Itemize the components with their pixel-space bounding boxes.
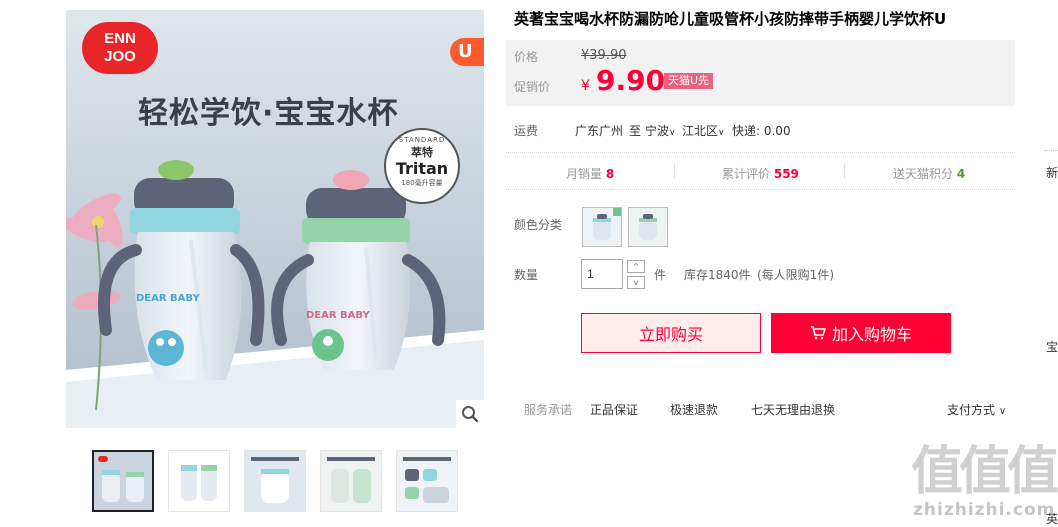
currency-symbol: ¥ [581,78,590,94]
chevron-down-icon: ∨ [669,128,676,138]
seal-main-text: Tritan [395,159,449,178]
tritan-seal: STANDARD 萃特 Tritan 180毫升容量 [384,128,460,204]
monthly-sales: 月销量 8 [566,165,614,182]
review-count-value: 559 [773,167,799,181]
tmall-u-badge: 天猫U先 [664,73,714,89]
quantity-increase-button[interactable]: ^ [627,260,645,273]
shipping-city-select[interactable]: 宁波∨ [645,122,676,139]
shipping-district-select[interactable]: 江北区∨ [682,122,725,139]
thumbnail-1[interactable] [92,450,154,512]
payment-methods-dropdown[interactable]: 支付方式 ∨ [947,401,1006,418]
shipping-district: 江北区 [682,124,719,138]
payment-methods-label: 支付方式 [947,403,996,417]
cup-label-left: DEAR BABY [136,293,200,304]
add-to-cart-button[interactable]: 加入购物车 [771,313,951,353]
edge-text-2: 宝 [1046,340,1058,354]
service-item-fast-refund[interactable]: 极速退款 [670,401,718,418]
product-title: 英著宝宝喝水杯防漏防呛儿童吸管杯小孩防摔带手柄婴儿学饮杯U [514,10,947,28]
chevron-down-icon: ∨ [718,128,725,138]
quantity-decrease-button[interactable]: v [627,276,645,289]
thumbnail-4[interactable] [320,450,382,512]
edge-text-1: 新 [1046,166,1058,180]
tmall-points-value: 4 [956,167,966,181]
review-count-label: 累计评价 [722,167,771,181]
cup-label-right: DEAR BABY [306,310,370,321]
shipping-express: 快递: 0.00 [732,124,791,138]
cart-icon [810,326,826,340]
sku-option-green[interactable] [628,207,668,247]
sales-stats: 月销量 8 累计评价 559 送天猫积分 4 [506,152,1015,190]
monthly-sales-value: 8 [605,167,615,181]
shipping-label: 运费 [514,124,539,138]
monthly-sales-label: 月销量 [566,167,603,181]
zoom-button[interactable] [456,400,484,428]
sku-option-blue[interactable] [582,207,622,247]
watermark-url: zhizhizhi.com [913,500,1056,520]
service-item-7day-return[interactable]: 七天无理由退换 [751,401,835,418]
price-panel: 价格 ¥39.90 促销价 ¥ 9.90 天猫U先 [506,40,1015,106]
review-count[interactable]: 累计评价 559 [722,165,799,182]
original-price-label: 价格 [514,50,539,64]
service-item-genuine[interactable]: 正品保证 [590,401,638,418]
thumbnail-5[interactable] [396,450,458,512]
stats-divider [844,164,845,178]
main-product-image: ENN JOO U 轻松学饮·宝宝水杯 STANDARD 萃特 Tritan 1… [66,10,484,428]
brand-logo-line2: JOO [104,48,136,65]
seal-bottom-text: 180毫升容量 [401,179,443,187]
seal-top-text: STANDARD [398,136,446,144]
tmall-points-label: 送天猫积分 [893,167,954,181]
brand-logo: ENN JOO [82,22,158,74]
edge-divider [1044,150,1058,151]
u-badge: U [450,38,484,66]
quantity-label: 数量 [514,268,539,282]
thumbnail-2[interactable] [168,450,230,512]
chevron-down-icon: ∨ [998,406,1007,417]
magnifier-icon [462,406,479,423]
stock-count: 库存1840件 [684,268,751,282]
promo-price-label: 促销价 [514,80,551,94]
tmall-points: 送天猫积分 4 [893,165,965,182]
purchase-limit: (每人限购1件) [757,268,834,282]
image-headline: 轻松学饮·宝宝水杯 [138,96,399,131]
buy-now-button[interactable]: 立即购买 [581,313,761,353]
promo-price: 9.90 [596,64,666,97]
shipping-to-word: 至 [629,124,642,138]
color-category-label: 颜色分类 [514,218,563,232]
thumbnail-3[interactable] [244,450,306,512]
quantity-unit: 件 [654,268,667,282]
brand-logo-line1: ENN [104,30,136,47]
seal-brand-text: 萃特 [411,146,433,159]
stats-divider [674,164,675,178]
service-label: 服务承诺 [524,403,573,417]
original-price: ¥39.90 [581,48,627,63]
site-watermark: 值值值 zhizhizhi.com [903,440,1058,525]
quantity-input[interactable] [581,259,623,289]
watermark-glyphs: 值值值 [911,442,1058,502]
shipping-from: 广东广州 [575,124,624,138]
shipping-city: 宁波 [645,124,670,138]
add-to-cart-label: 加入购物车 [831,325,912,344]
